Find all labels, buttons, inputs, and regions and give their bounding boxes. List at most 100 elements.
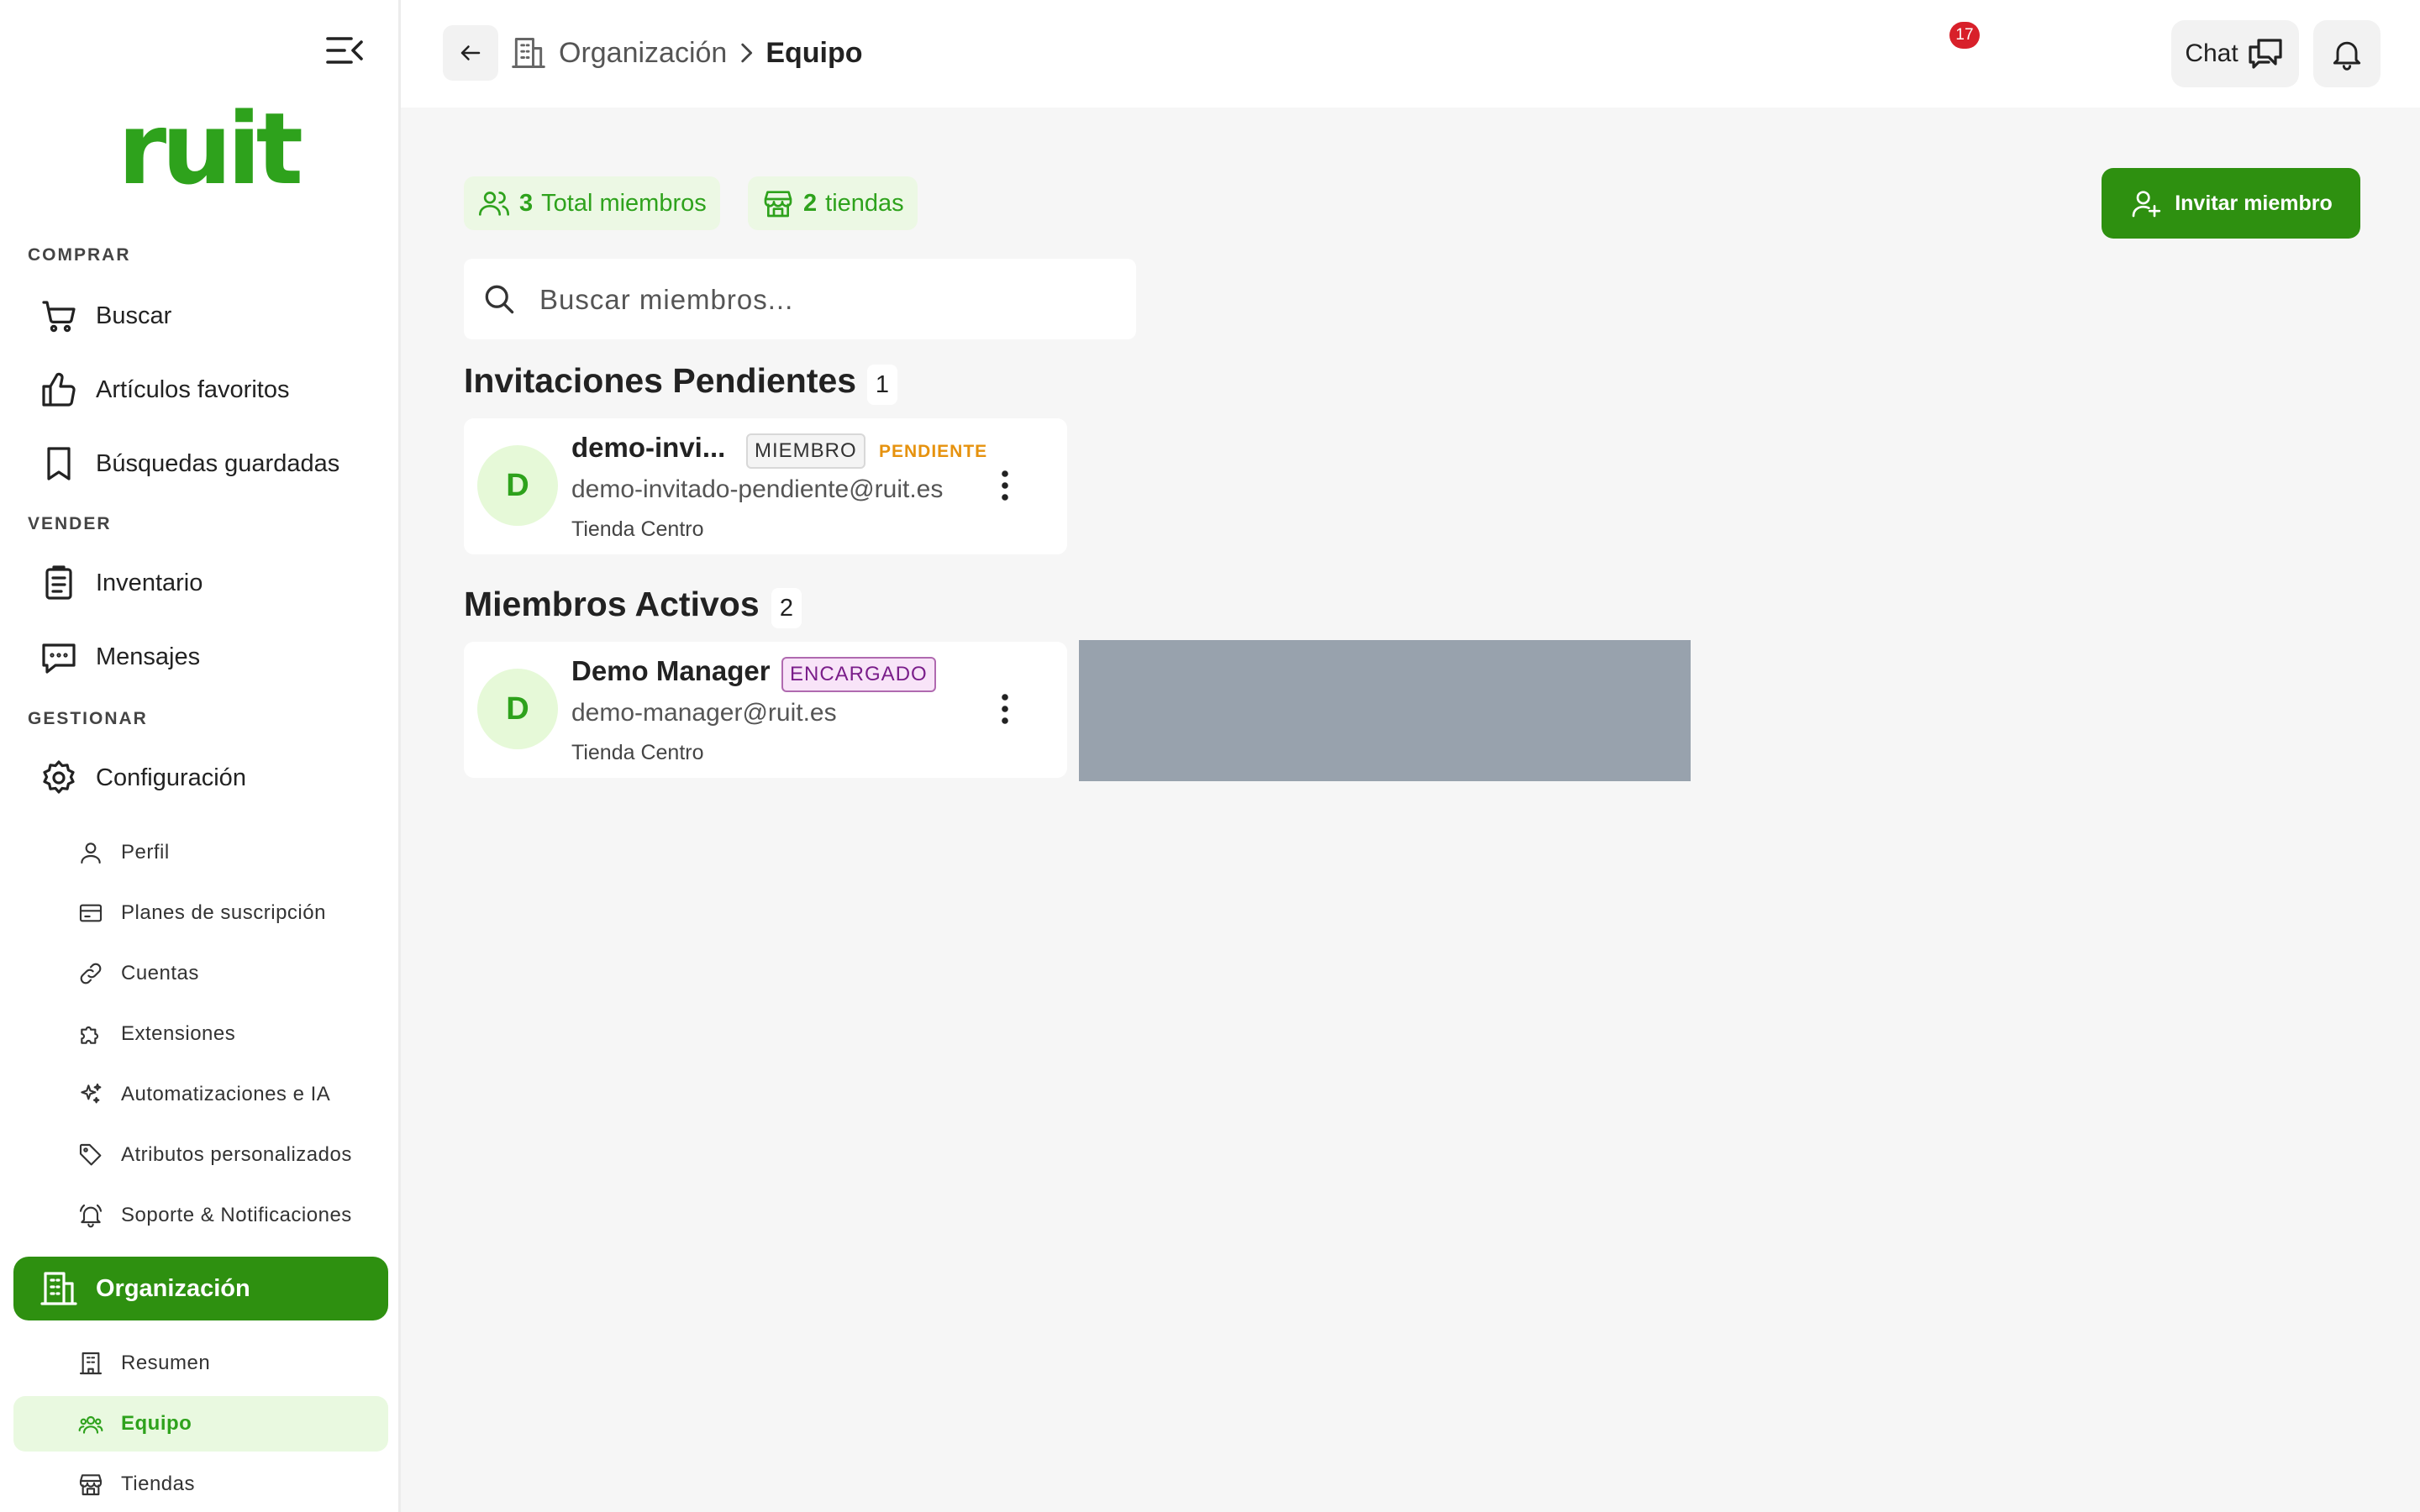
- sidebar-subitem-soporte[interactable]: Soporte & Notificaciones: [13, 1188, 388, 1243]
- role-badge: ENCARGADO: [781, 657, 936, 692]
- gear-icon: [39, 758, 79, 798]
- sidebar-subitem-label: Tiendas: [121, 1473, 195, 1495]
- back-button[interactable]: [443, 25, 498, 81]
- chevron-right-icon: [732, 39, 760, 67]
- sidebar-item-label: Organización: [96, 1274, 250, 1302]
- member-name: Demo Manager: [571, 655, 771, 686]
- sidebar-subitem-label: Perfil: [121, 841, 170, 864]
- sidebar-subitem-extensiones[interactable]: Extensiones: [13, 1006, 388, 1062]
- store-icon: [77, 1471, 104, 1498]
- sidebar-item-label: Mensajes: [96, 643, 201, 670]
- redacted-member-card: [1079, 640, 1691, 781]
- users-icon: [477, 186, 511, 220]
- brand-logo[interactable]: ruit: [118, 99, 303, 198]
- total-members-count: 3: [519, 189, 534, 217]
- sidebar-subitem-cuentas[interactable]: Cuentas: [13, 946, 388, 1001]
- sidebar-subitem-label: Equipo: [121, 1412, 192, 1435]
- notification-count-badge: 17: [1949, 22, 1980, 49]
- invite-member-label: Invitar miembro: [2175, 191, 2333, 215]
- member-email: demo-manager@ruit.es: [571, 699, 837, 727]
- sidebar-item-label: Buscar: [96, 302, 172, 329]
- tag-icon: [77, 1142, 104, 1168]
- more-options-icon[interactable]: [988, 465, 1022, 506]
- message-icon: [39, 637, 79, 677]
- total-members-label: Total miembros: [541, 189, 707, 217]
- building-icon: [39, 1268, 79, 1309]
- sidebar-subitem-label: Atributos personalizados: [121, 1143, 352, 1166]
- sidebar-item-buscar[interactable]: Buscar: [13, 284, 388, 348]
- active-count-badge: 2: [771, 588, 802, 628]
- sidebar-subitem-resumen[interactable]: Resumen: [13, 1336, 388, 1391]
- sidebar-subitem-automatizaciones[interactable]: Automatizaciones e IA: [13, 1067, 388, 1122]
- stores-count: 2: [803, 189, 818, 217]
- chat-button[interactable]: Chat: [2171, 20, 2299, 87]
- clipboard-list-icon: [39, 563, 79, 603]
- office-building-icon: [77, 1350, 104, 1377]
- credit-card-icon: [77, 900, 104, 927]
- sidebar-subitem-perfil[interactable]: Perfil: [13, 825, 388, 880]
- sidebar-subitem-label: Extensiones: [121, 1022, 236, 1045]
- user-plus-icon: [2129, 186, 2163, 220]
- notifications-button[interactable]: [2313, 20, 2381, 87]
- chat-bubbles-icon: [2245, 34, 2286, 74]
- user-icon: [77, 839, 104, 866]
- active-members-title: Miembros Activos: [464, 585, 760, 623]
- pending-member-card[interactable]: D demo-invi... MIEMBRO PENDIENTE demo-in…: [464, 418, 1067, 554]
- role-badge: MIEMBRO: [746, 433, 865, 469]
- collapse-sidebar-icon[interactable]: [324, 34, 365, 67]
- thumbs-up-icon: [39, 370, 79, 410]
- sidebar-item-label: Inventario: [96, 569, 203, 596]
- section-label-vender: VENDER: [28, 514, 112, 533]
- sidebar-item-busquedas[interactable]: Búsquedas guardadas: [13, 432, 388, 496]
- sidebar-subitem-label: Automatizaciones e IA: [121, 1083, 331, 1105]
- avatar: D: [477, 669, 558, 749]
- sidebar-subitem-label: Planes de suscripción: [121, 901, 326, 924]
- pending-invitations-title: Invitaciones Pendientes: [464, 361, 857, 400]
- sidebar-subitem-atributos[interactable]: Atributos personalizados: [13, 1127, 388, 1183]
- breadcrumb-organizacion[interactable]: Organización: [559, 37, 727, 70]
- sidebar-item-favoritos[interactable]: Artículos favoritos: [13, 358, 388, 422]
- sparkles-icon: [77, 1081, 104, 1108]
- more-options-icon[interactable]: [988, 689, 1022, 729]
- bell-icon: [2333, 41, 2361, 71]
- sidebar-subitem-tiendas[interactable]: Tiendas: [13, 1457, 388, 1512]
- sidebar-subitem-label: Resumen: [121, 1352, 211, 1374]
- stores-chip: 2 tiendas: [748, 176, 918, 230]
- sidebar-subitem-planes[interactable]: Planes de suscripción: [13, 885, 388, 941]
- bookmark-icon: [39, 444, 79, 484]
- top-bar: Organización Equipo Chat 17: [401, 0, 2420, 108]
- total-members-chip: 3 Total miembros: [464, 176, 720, 230]
- member-store: Tienda Centro: [571, 517, 704, 541]
- breadcrumb: Organización Equipo: [510, 32, 863, 74]
- pending-count-badge: 1: [867, 365, 897, 405]
- stores-label: tiendas: [825, 189, 904, 217]
- store-icon: [761, 186, 795, 220]
- bell-alert-icon: [77, 1202, 104, 1229]
- sidebar-subitem-label: Cuentas: [121, 962, 199, 984]
- breadcrumb-equipo: Equipo: [765, 36, 863, 69]
- sidebar-item-organizacion[interactable]: Organización: [13, 1257, 388, 1320]
- member-email: demo-invitado-pendiente@ruit.es: [571, 475, 944, 503]
- search-icon: [481, 281, 518, 318]
- sidebar: ruit COMPRAR Buscar Artículos favoritos …: [0, 0, 401, 1512]
- search-input[interactable]: [538, 274, 1121, 326]
- cart-icon: [39, 296, 79, 336]
- puzzle-icon: [77, 1021, 104, 1047]
- section-label-comprar: COMPRAR: [28, 245, 131, 265]
- active-member-card[interactable]: D Demo Manager ENCARGADO demo-manager@ru…: [464, 642, 1067, 778]
- section-label-gestionar: GESTIONAR: [28, 709, 148, 728]
- sidebar-item-label: Búsquedas guardadas: [96, 449, 340, 477]
- member-store: Tienda Centro: [571, 741, 704, 764]
- chat-label: Chat: [2185, 39, 2238, 67]
- status-badge: PENDIENTE: [879, 442, 988, 461]
- link-icon: [77, 960, 104, 987]
- sidebar-item-mensajes[interactable]: Mensajes: [13, 625, 388, 689]
- team-icon: [77, 1410, 104, 1437]
- avatar: D: [477, 445, 558, 526]
- sidebar-item-label: Artículos favoritos: [96, 375, 290, 403]
- member-name: demo-invi...: [571, 432, 726, 463]
- invite-member-button[interactable]: Invitar miembro: [2102, 168, 2360, 239]
- sidebar-item-configuracion[interactable]: Configuración: [13, 746, 388, 810]
- sidebar-item-inventario[interactable]: Inventario: [13, 551, 388, 615]
- sidebar-subitem-equipo[interactable]: Equipo: [13, 1396, 388, 1452]
